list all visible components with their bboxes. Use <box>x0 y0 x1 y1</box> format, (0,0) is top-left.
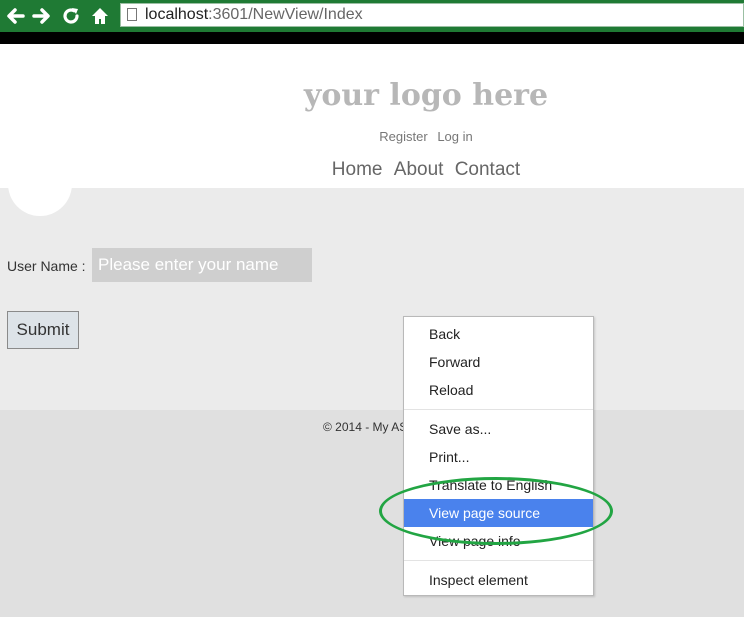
page-footer: © 2014 - My AS <box>0 410 744 617</box>
main-content: User Name : Please enter your name Submi… <box>0 188 744 410</box>
submit-button[interactable]: Submit <box>7 311 79 349</box>
context-menu-view-page-info[interactable]: View page info <box>404 527 593 555</box>
register-link[interactable]: Register <box>379 129 427 144</box>
url-path: :3601/NewView/Index <box>208 6 363 23</box>
auth-links: Register Log in <box>0 129 744 144</box>
back-arrow-icon[interactable] <box>3 4 27 28</box>
context-menu-forward[interactable]: Forward <box>404 348 593 376</box>
decorative-circle <box>8 188 72 216</box>
forward-arrow-icon[interactable] <box>30 4 54 28</box>
context-menu-inspect-element[interactable]: Inspect element <box>404 566 593 594</box>
context-menu-save-as[interactable]: Save as... <box>404 415 593 443</box>
nav-contact-link[interactable]: Contact <box>455 159 520 180</box>
address-bar[interactable]: localhost:3601/NewView/Index <box>120 3 744 27</box>
login-link[interactable]: Log in <box>437 129 472 144</box>
footer-copyright: © 2014 - My AS <box>323 420 408 434</box>
nav-home-link[interactable]: Home <box>332 159 383 180</box>
toolbar-divider <box>0 32 744 44</box>
site-header: your logo here Register Log in Home Abou… <box>0 44 744 188</box>
nav-about-link[interactable]: About <box>394 159 444 180</box>
page-icon <box>127 8 137 21</box>
reload-icon[interactable] <box>59 4 83 28</box>
context-menu-print[interactable]: Print... <box>404 443 593 471</box>
context-menu-separator <box>404 560 593 561</box>
url-host: localhost <box>145 6 209 23</box>
user-name-label: User Name : <box>7 258 86 274</box>
context-menu-back[interactable]: Back <box>404 320 593 348</box>
context-menu: Back Forward Reload Save as... Print... … <box>403 316 594 596</box>
context-menu-separator <box>404 409 593 410</box>
site-logo[interactable]: your logo here <box>0 78 744 113</box>
browser-toolbar: localhost:3601/NewView/Index <box>0 0 744 32</box>
context-menu-reload[interactable]: Reload <box>404 376 593 404</box>
home-icon[interactable] <box>88 4 112 28</box>
context-menu-translate[interactable]: Translate to English <box>404 471 593 499</box>
user-name-input[interactable]: Please enter your name <box>92 248 312 282</box>
main-nav: Home About Contact <box>0 159 744 181</box>
context-menu-view-page-source[interactable]: View page source <box>404 499 593 527</box>
